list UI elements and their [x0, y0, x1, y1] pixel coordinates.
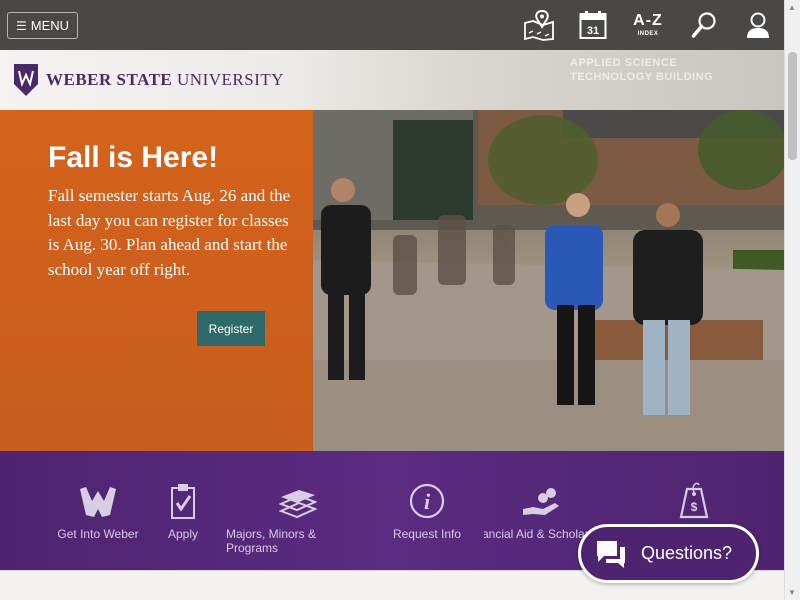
nav-apply[interactable]: Apply	[164, 481, 202, 541]
nav-label: Majors, Minors & Programs	[226, 527, 317, 555]
calendar-icon[interactable]: 31	[578, 8, 608, 42]
questions-chat-button[interactable]: Questions?	[578, 524, 759, 583]
menu-button[interactable]: ☰ MENU	[7, 12, 78, 39]
university-name: WEBER STATE UNIVERSITY	[46, 70, 285, 89]
svg-text:$: $	[691, 500, 698, 514]
register-button[interactable]: Register	[197, 311, 265, 346]
hero-photo	[313, 110, 784, 451]
clipboard-check-icon	[170, 481, 196, 519]
nav-label: Request Info	[392, 527, 462, 541]
nav-label: Apply	[167, 527, 199, 541]
building-sign: APPLIED SCIENCE TECHNOLOGY BUILDING	[570, 57, 714, 83]
scroll-down-arrow-icon[interactable]: ▼	[788, 588, 796, 597]
calendar-day: 31	[587, 25, 599, 37]
nav-tuition[interactable]: $	[676, 481, 712, 527]
university-logo[interactable]: WEBER STATE UNIVERSITY	[14, 64, 284, 96]
az-label: A-Z	[633, 12, 663, 29]
books-icon	[279, 481, 317, 519]
hands-w-icon	[78, 481, 118, 519]
nav-get-into-weber[interactable]: Get Into Weber	[57, 481, 139, 541]
scroll-thumb[interactable]	[788, 52, 797, 160]
nav-label: Get Into Weber	[57, 527, 139, 541]
search-icon[interactable]	[690, 8, 718, 42]
hamburger-icon: ☰	[15, 18, 27, 33]
nav-request-info[interactable]: i Request Info	[392, 481, 462, 541]
weber-shield-icon	[14, 64, 38, 96]
info-icon: i	[409, 481, 445, 519]
hero-title: Fall is Here!	[48, 141, 219, 174]
chat-bubble-icon	[597, 540, 625, 568]
map-icon[interactable]	[522, 8, 555, 42]
hero-body: Fall semester starts Aug. 26 and the las…	[48, 186, 291, 279]
menu-label: MENU	[30, 18, 70, 33]
page-scrollbar[interactable]: ▲ ▼	[784, 0, 800, 600]
questions-label: Questions?	[641, 543, 733, 563]
user-icon[interactable]	[745, 8, 771, 42]
az-index-label: INDEX	[637, 31, 659, 37]
svg-text:i: i	[424, 489, 431, 514]
scroll-up-arrow-icon[interactable]: ▲	[788, 3, 796, 12]
nav-majors-minors-programs[interactable]: Majors, Minors & Programs	[226, 481, 370, 555]
top-bar: ☰ MENU 31 A-Z INDEX	[0, 0, 784, 50]
hand-money-icon	[521, 481, 561, 519]
a-z-index-icon[interactable]: A-Z INDEX	[632, 8, 664, 42]
price-tag-icon: $	[679, 481, 709, 519]
nav-financial-aid[interactable]: Financial Aid & Scholarships	[484, 481, 598, 541]
